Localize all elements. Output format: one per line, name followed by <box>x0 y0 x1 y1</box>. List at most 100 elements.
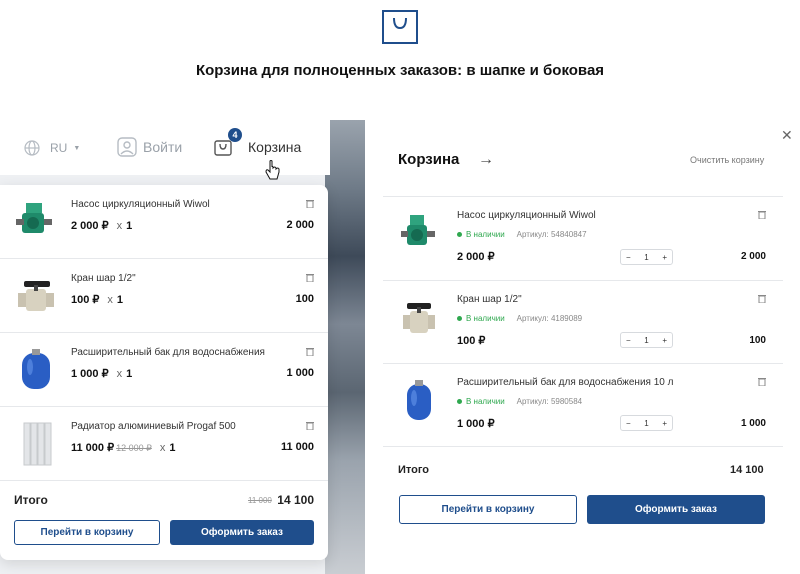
side-cart-title: Корзина <box>398 151 460 168</box>
item-price: 11 000 ₽ <box>71 442 115 454</box>
item-total: 1 000 <box>740 418 766 429</box>
cart-item-row: Насос циркуляционный Wiwol 2 000 ₽ x 1 2 0… <box>0 185 328 259</box>
item-name[interactable]: Радиатор алюминиевый Progaf 500 <box>71 421 236 432</box>
item-name[interactable]: Расширительный бак для водоснабжения <box>71 347 265 358</box>
minus-button[interactable]: − <box>626 336 631 345</box>
header-cart-button[interactable]: 4 Корзина <box>214 128 301 160</box>
trash-icon[interactable] <box>758 377 766 386</box>
item-price: 100 ₽ <box>457 335 486 347</box>
quantity-stepper[interactable]: − 1 + <box>620 332 673 348</box>
stock-status: В наличии <box>466 397 505 406</box>
times-sign: x <box>116 368 123 380</box>
trash-icon[interactable] <box>306 421 314 430</box>
side-cart-item-row: Кран шар 1/2" В наличии Артикул: 4189089 … <box>383 280 783 363</box>
globe-icon <box>24 140 40 156</box>
side-go-to-cart-button[interactable]: Перейти в корзину <box>399 495 577 524</box>
item-old-price: 12 000 ₽ <box>116 443 152 453</box>
shopping-bag-icon <box>382 10 418 44</box>
times-sign: x <box>159 442 166 454</box>
trash-icon[interactable] <box>306 273 314 282</box>
item-total: 2 000 <box>286 219 314 231</box>
item-qty: 1 <box>126 220 133 232</box>
item-total: 2 000 <box>740 251 766 262</box>
total-price: 14 100 <box>277 493 314 507</box>
item-total: 100 <box>295 293 314 305</box>
trash-icon[interactable] <box>306 347 314 356</box>
trash-icon[interactable] <box>758 210 766 219</box>
plus-button[interactable]: + <box>662 419 667 428</box>
item-name[interactable]: Кран шар 1/2" <box>71 273 136 284</box>
minus-button[interactable]: − <box>626 253 631 262</box>
item-price-line: 11 000 ₽12 000 ₽ x 1 <box>71 441 175 454</box>
quantity-stepper[interactable]: − 1 + <box>620 249 673 265</box>
cart-item-row: Кран шар 1/2" 100 ₽ x 1 100 <box>0 259 328 333</box>
quantity-value[interactable]: 1 <box>644 253 648 262</box>
hand-cursor-icon <box>265 160 280 180</box>
item-price-line: 2 000 ₽ x 1 <box>71 219 132 232</box>
item-price-line: 1 000 ₽ x 1 <box>71 367 132 380</box>
total-label: Итого <box>14 493 48 507</box>
side-checkout-button[interactable]: Оформить заказ <box>587 495 765 524</box>
side-cart-item-row: Насос циркуляционный Wiwol В наличии Арти… <box>383 196 783 280</box>
item-total: 100 <box>749 335 766 346</box>
item-total: 1 000 <box>286 367 314 379</box>
expansion-tank-image-icon <box>22 349 50 389</box>
ball-valve-image-icon <box>18 281 54 311</box>
item-price: 2 000 ₽ <box>71 220 109 232</box>
page-headline: Корзина для полноценных заказов: в шапке… <box>195 62 605 79</box>
side-total-label: Итого <box>398 464 430 476</box>
minus-button[interactable]: − <box>626 419 631 428</box>
user-icon <box>117 137 137 157</box>
item-name[interactable]: Расширительный бак для водоснабжения 10 … <box>457 377 673 388</box>
stock-dot-icon <box>457 316 462 321</box>
item-name[interactable]: Насос циркуляционный Wiwol <box>457 210 596 221</box>
stock-status: В наличии <box>466 314 505 323</box>
pump-image-icon <box>401 215 435 245</box>
stock-dot-icon <box>457 232 462 237</box>
quantity-stepper[interactable]: − 1 + <box>620 415 673 431</box>
item-price-line: 100 ₽ x 1 <box>71 293 123 306</box>
cart-item-row: Расширительный бак для водоснабжения 1 0… <box>0 333 328 407</box>
checkout-button[interactable]: Оформить заказ <box>170 520 314 545</box>
item-sku: Артикул: 4189089 <box>516 314 583 323</box>
clear-cart-link[interactable]: Очистить корзину <box>690 155 764 165</box>
total-old-price: 11 000 <box>248 496 272 505</box>
ball-valve-image-icon <box>403 303 435 333</box>
login-label: Войти <box>143 139 183 155</box>
cart-count-badge: 4 <box>228 128 242 142</box>
item-price: 1 000 ₽ <box>457 418 495 430</box>
item-sku: Артикул: 5980584 <box>516 397 583 406</box>
item-meta: В наличии Артикул: 4189089 <box>457 314 582 323</box>
page: Корзина для полноценных заказов: в шапке… <box>0 0 800 574</box>
radiator-image-icon <box>23 422 52 466</box>
arrow-right-icon[interactable]: → <box>478 151 494 169</box>
item-price: 100 ₽ <box>71 294 100 306</box>
times-sign: x <box>107 294 113 306</box>
language-switcher[interactable]: RU ▼ <box>24 140 80 156</box>
expansion-tank-image-icon <box>407 380 431 420</box>
plus-button[interactable]: + <box>662 336 667 345</box>
cart-icon <box>214 140 232 156</box>
item-meta: В наличии Артикул: 5980584 <box>457 397 582 406</box>
item-qty: 1 <box>126 368 133 380</box>
blurred-page <box>325 120 365 574</box>
item-price: 2 000 ₽ <box>457 251 495 263</box>
item-sku: Артикул: 54840847 <box>516 230 587 239</box>
cart-dropdown: Насос циркуляционный Wiwol 2 000 ₽ x 1 2 0… <box>0 185 328 560</box>
quantity-value[interactable]: 1 <box>644 419 648 428</box>
quantity-value[interactable]: 1 <box>644 336 648 345</box>
item-name[interactable]: Кран шар 1/2" <box>457 294 522 305</box>
chevron-down-icon: ▼ <box>73 144 81 152</box>
stock-status: В наличии <box>466 230 505 239</box>
stock-dot-icon <box>457 399 462 404</box>
side-total-price: 14 100 <box>730 464 764 476</box>
trash-icon[interactable] <box>758 294 766 303</box>
trash-icon[interactable] <box>306 199 314 208</box>
language-label: RU <box>50 141 68 155</box>
plus-button[interactable]: + <box>662 253 667 262</box>
close-icon[interactable]: ✕ <box>781 127 793 144</box>
item-name[interactable]: Насос циркуляционный Wiwol <box>71 199 210 210</box>
login-link[interactable]: Войти <box>117 137 182 157</box>
item-qty: 1 <box>116 294 124 306</box>
go-to-cart-button[interactable]: Перейти в корзину <box>14 520 160 545</box>
